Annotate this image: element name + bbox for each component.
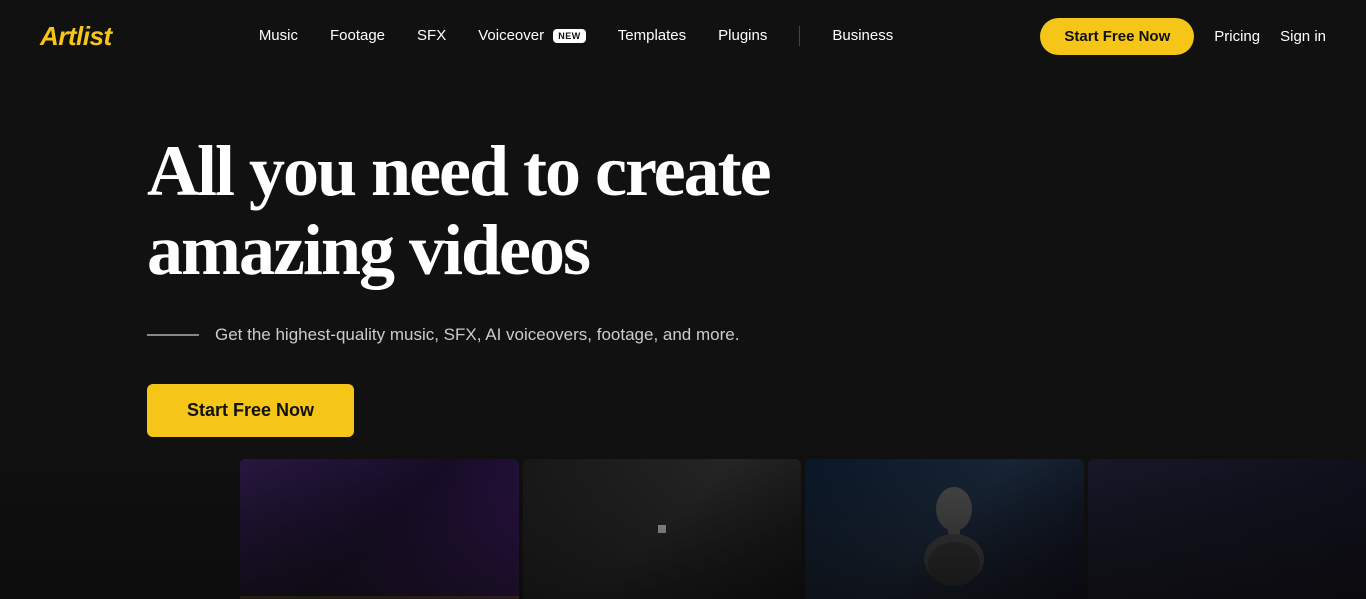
hero-cta-button[interactable]: Start Free Now [147, 384, 354, 437]
nav-signin-link[interactable]: Sign in [1280, 28, 1326, 45]
thumbnail-2 [523, 459, 802, 599]
nav-divider [799, 26, 800, 46]
new-badge: NEW [553, 29, 586, 43]
thumbnail-1 [240, 459, 519, 599]
nav-item-templates[interactable]: Templates [618, 27, 686, 45]
nav-right: Start Free Now Pricing Sign in [1040, 18, 1326, 55]
nav-item-footage[interactable]: Footage [330, 27, 385, 45]
nav-item-business[interactable]: Business [832, 27, 893, 45]
thumbnail-3 [805, 459, 1084, 599]
hero-subtitle: Get the highest-quality music, SFX, AI v… [215, 322, 739, 348]
person-silhouette-icon [899, 479, 989, 599]
hero-title: All you need to create amazing videos [147, 132, 947, 290]
hero-content: All you need to create amazing videos Ge… [147, 132, 947, 437]
thumbnail-4 [1088, 459, 1366, 599]
nav-pricing-link[interactable]: Pricing [1214, 28, 1260, 45]
play-dot [658, 525, 666, 533]
nav-item-plugins[interactable]: Plugins [718, 27, 767, 45]
navbar: Artlist Music Footage SFX Voiceover NEW … [0, 0, 1366, 72]
logo[interactable]: Artlist [40, 21, 112, 52]
nav-item-voiceover[interactable]: Voiceover NEW [478, 27, 586, 45]
nav-links: Music Footage SFX Voiceover NEW Template… [259, 26, 893, 46]
nav-cta-button[interactable]: Start Free Now [1040, 18, 1194, 55]
person-silhouette-area [805, 459, 1084, 599]
nav-item-sfx[interactable]: SFX [417, 27, 446, 45]
hero-divider [147, 334, 199, 336]
thumbnail-strip [0, 439, 1366, 599]
hero-section: All you need to create amazing videos Ge… [0, 72, 1366, 599]
hero-subtitle-row: Get the highest-quality music, SFX, AI v… [147, 322, 947, 348]
nav-item-music[interactable]: Music [259, 27, 298, 45]
